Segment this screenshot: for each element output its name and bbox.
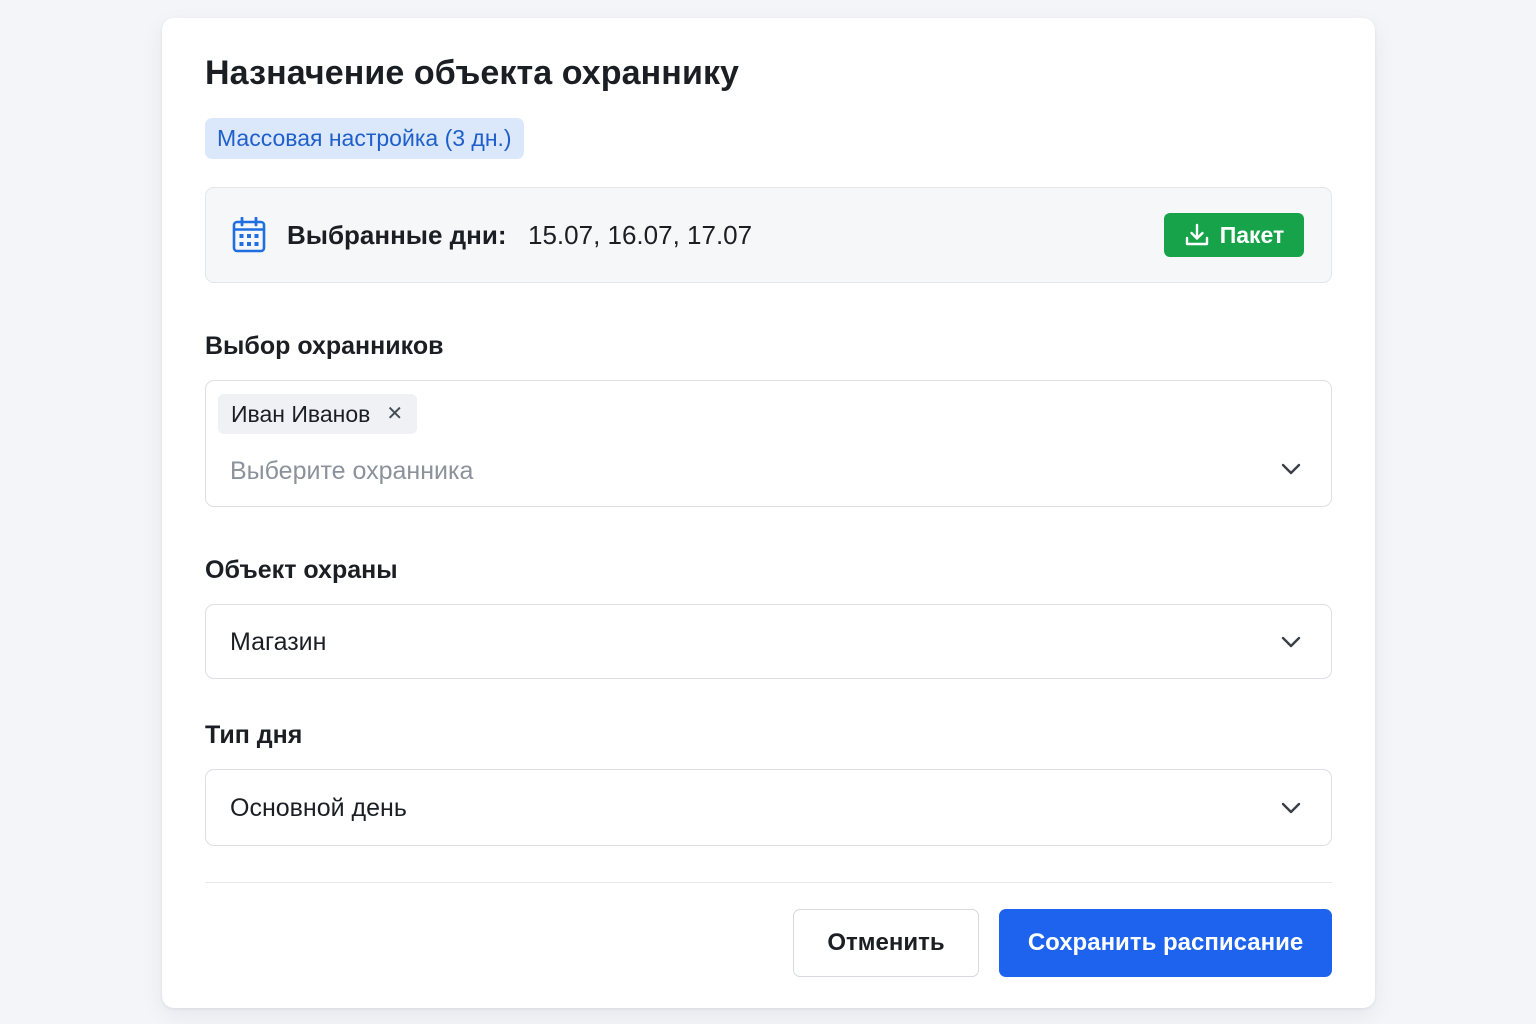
assign-object-dialog: Назначение объекта охраннику Массовая на… <box>162 18 1375 1008</box>
object-select-value: Магазин <box>230 628 327 656</box>
selected-days-panel: Выбранные дни: 15.07, 16.07, 17.07 Пакет <box>205 187 1332 283</box>
selected-days-value: 15.07, 16.07, 17.07 <box>528 220 753 250</box>
day-type-select-value: Основной день <box>230 794 407 822</box>
save-schedule-button[interactable]: Сохранить расписание <box>999 909 1332 977</box>
day-type-select[interactable]: Основной день <box>205 769 1332 846</box>
day-type-section-label: Тип дня <box>205 721 303 749</box>
package-button-label: Пакет <box>1219 221 1285 248</box>
chevron-down-icon[interactable] <box>1281 636 1301 648</box>
selected-days-label: Выбранные дни: <box>287 220 507 250</box>
dialog-title: Назначение объекта охраннику <box>205 54 740 92</box>
guards-placeholder[interactable]: Выберите охранника <box>230 457 473 486</box>
chevron-down-icon[interactable] <box>1281 463 1301 475</box>
guards-section-label: Выбор охранников <box>205 332 444 360</box>
chevron-down-icon[interactable] <box>1281 802 1301 814</box>
download-icon <box>1185 223 1208 246</box>
object-section-label: Объект охраны <box>205 556 398 584</box>
object-select[interactable]: Магазин <box>205 604 1332 679</box>
guards-multiselect[interactable]: Иван Иванов ✕ Выберите охранника <box>205 380 1332 507</box>
guard-chip-label: Иван Иванов <box>231 400 371 427</box>
footer-divider <box>205 882 1332 883</box>
bulk-setup-badge: Массовая настройка (3 дн.) <box>205 118 524 159</box>
close-icon[interactable]: ✕ <box>386 404 403 424</box>
calendar-icon <box>232 217 266 253</box>
cancel-button[interactable]: Отменить <box>793 909 979 977</box>
guard-chip: Иван Иванов ✕ <box>218 394 418 434</box>
package-button[interactable]: Пакет <box>1164 213 1304 257</box>
